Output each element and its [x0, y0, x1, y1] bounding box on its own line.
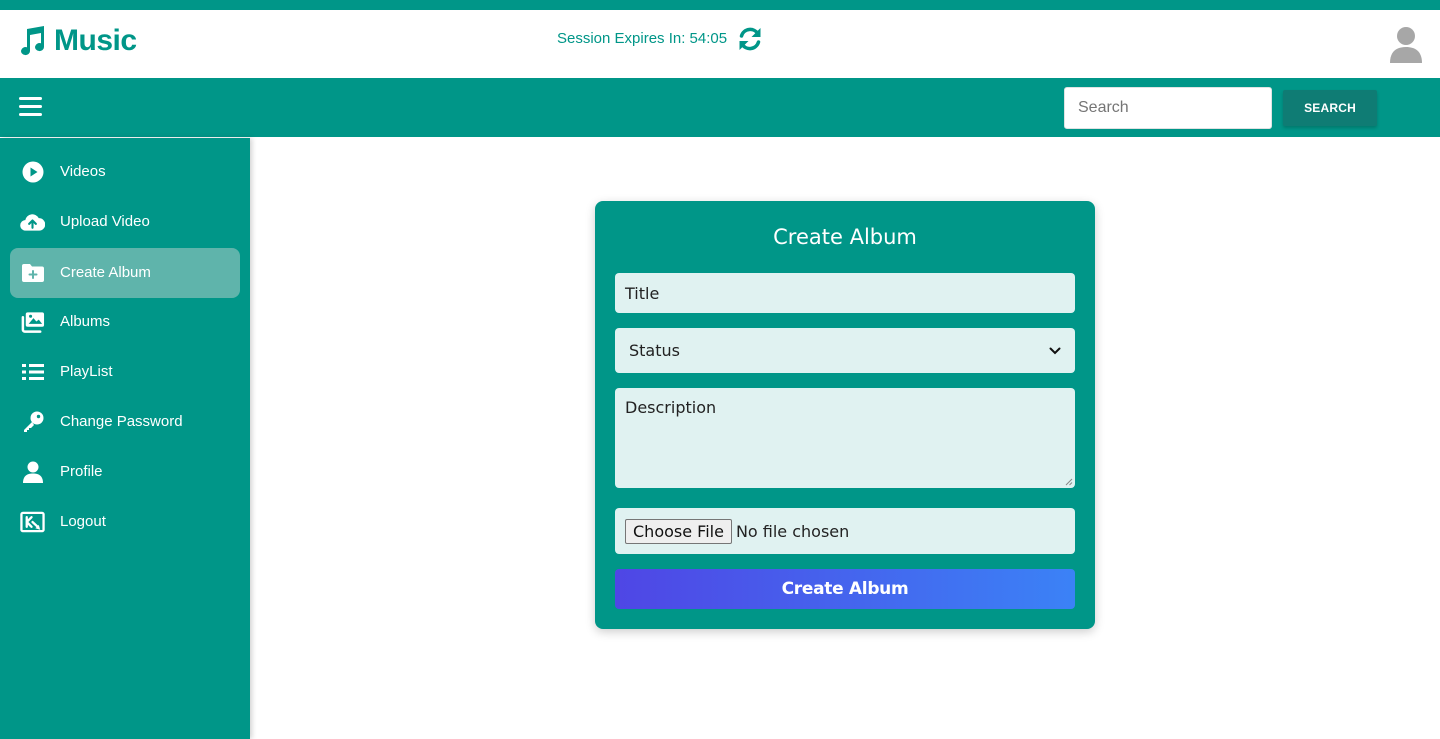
play-circle-icon — [20, 160, 45, 184]
status-select[interactable]: Status — [615, 328, 1075, 373]
title-input[interactable]: Title — [615, 273, 1075, 313]
sidebar-item-label: Change Password — [60, 413, 183, 430]
images-icon — [20, 310, 45, 334]
user-icon — [20, 460, 45, 484]
sidebar-item-label: PlayList — [60, 363, 113, 380]
sidebar-item-create-album[interactable]: Create Album — [10, 248, 240, 298]
music-note-icon — [21, 26, 45, 56]
sidebar-item-upload-video[interactable]: Upload Video — [10, 197, 240, 247]
file-status: No file chosen — [735, 521, 850, 541]
sidebar-item-label: Profile — [60, 463, 103, 480]
session-expires-label: Session Expires In: 54:05 — [557, 30, 728, 47]
choose-file-button[interactable]: Choose File — [625, 518, 732, 544]
cloud-upload-icon — [20, 210, 45, 234]
chevron-down-icon — [1049, 347, 1061, 354]
navbar: SEARCH — [0, 78, 1440, 137]
sidebar-item-playlist[interactable]: PlayList — [10, 347, 240, 397]
brand-name: Music — [54, 24, 137, 57]
sidebar-item-label: Upload Video — [60, 213, 150, 230]
key-icon — [20, 410, 45, 434]
sidebar-item-videos[interactable]: Videos — [10, 147, 240, 197]
hamburger-menu-icon[interactable] — [19, 97, 42, 117]
sidebar-item-profile[interactable]: Profile — [10, 447, 240, 497]
title-placeholder: Title — [625, 283, 660, 303]
create-album-button[interactable]: Create Album — [615, 569, 1075, 609]
sidebar: Videos Upload Video Create Album Albums … — [0, 138, 250, 739]
user-avatar-icon[interactable] — [1389, 25, 1423, 63]
resize-handle-icon[interactable] — [1065, 478, 1073, 486]
search-button[interactable]: SEARCH — [1283, 90, 1377, 126]
top-accent-strip — [0, 0, 1440, 10]
sidebar-item-label: Create Album — [60, 264, 151, 281]
create-album-form: Create Album Title Status Description Ch… — [595, 201, 1095, 629]
sidebar-item-label: Logout — [60, 513, 106, 530]
sidebar-item-label: Videos — [60, 163, 106, 180]
sidebar-item-change-password[interactable]: Change Password — [10, 397, 240, 447]
sidebar-item-albums[interactable]: Albums — [10, 297, 240, 347]
header: Music Session Expires In: 54:05 — [0, 10, 1440, 78]
logout-icon — [20, 510, 45, 534]
file-input[interactable]: Choose File No file chosen — [615, 508, 1075, 554]
folder-plus-icon — [20, 261, 45, 285]
refresh-icon[interactable] — [736, 25, 764, 53]
brand[interactable]: Music — [16, 24, 137, 58]
description-textarea[interactable]: Description — [615, 388, 1075, 488]
sidebar-item-label: Albums — [60, 313, 111, 330]
form-title: Create Album — [773, 225, 917, 249]
status-selected-value: Status — [629, 341, 680, 360]
session-timer: Session Expires In: 54:05 — [557, 30, 733, 47]
search-input[interactable] — [1064, 87, 1272, 129]
description-placeholder: Description — [625, 398, 717, 417]
list-icon — [20, 360, 45, 384]
sidebar-item-logout[interactable]: Logout — [10, 497, 240, 547]
